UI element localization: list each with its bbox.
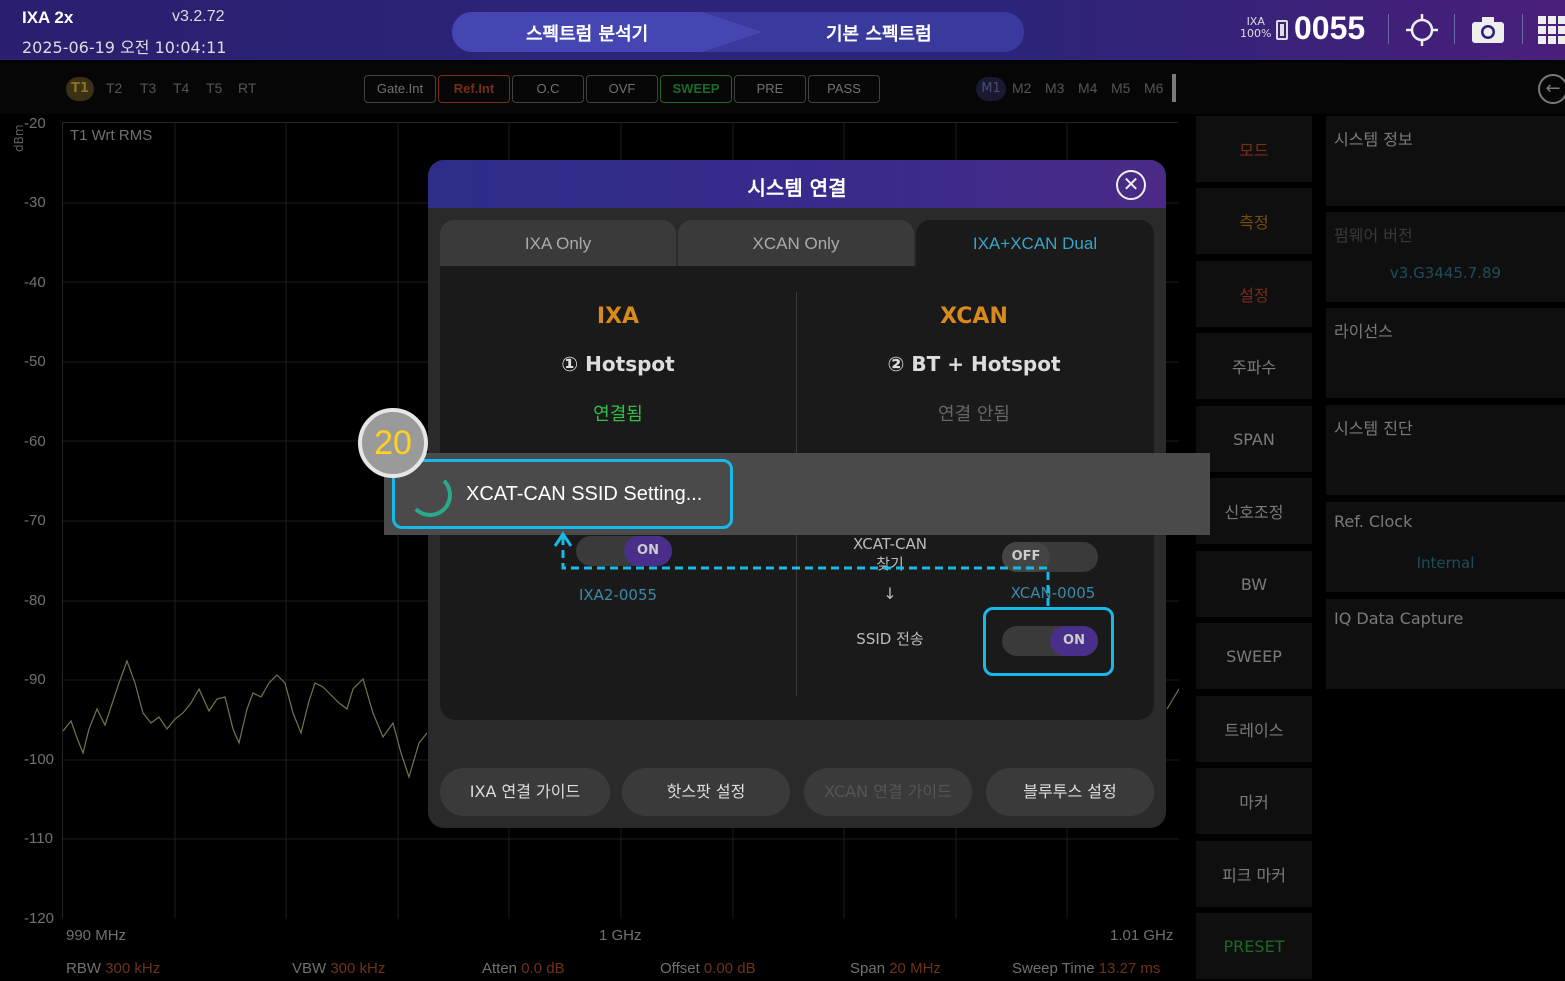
annotation-arrow: [553, 531, 1050, 606]
step-number-badge: 20: [358, 408, 428, 478]
